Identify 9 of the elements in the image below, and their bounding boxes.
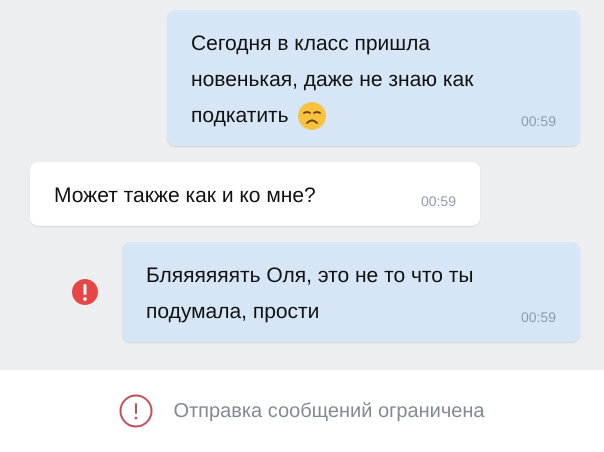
message-text: Бляяяяяять Оля, это не то что ты подумала, прости <box>146 263 475 325</box>
warning-icon <box>119 394 154 428</box>
message-text: Сегодня в класс пришла новенькая, даже не знаю как подкатить <box>191 26 505 134</box>
error-icon[interactable] <box>72 279 98 305</box>
message-time: 00:59 <box>420 192 456 211</box>
status-text: Отправка сообщений ограничена <box>173 399 485 424</box>
message-text: Может также как и ко мне? <box>54 183 317 209</box>
message-time: 00:59 <box>520 308 556 327</box>
message-time: 00:59 <box>520 112 556 131</box>
